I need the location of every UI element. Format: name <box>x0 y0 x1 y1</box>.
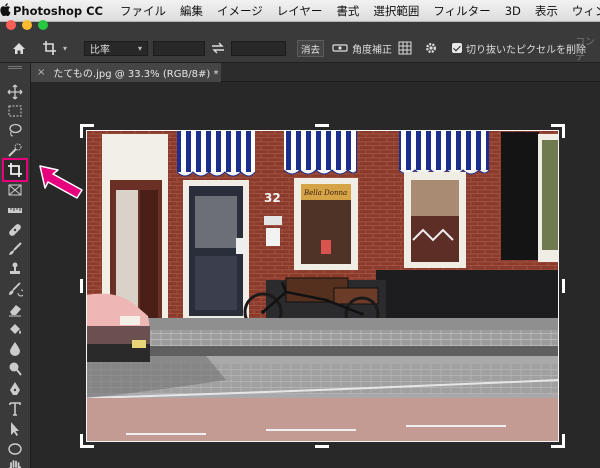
move-tool[interactable] <box>4 82 26 102</box>
menu-select[interactable]: 選択範囲 <box>366 3 426 19</box>
ruler-tool[interactable] <box>4 200 26 220</box>
chevron-down-icon: ▾ <box>63 43 68 53</box>
crop-handle-bottom-right-v[interactable] <box>562 434 565 448</box>
crop-frame[interactable] <box>86 130 559 442</box>
window-titlebar <box>0 20 600 33</box>
clear-button[interactable]: 消去 <box>297 40 324 57</box>
menu-window[interactable]: ウィンドウ <box>565 3 600 19</box>
content-aware-label: コンテ <box>575 37 595 63</box>
straighten-label: 角度補正 <box>352 44 392 56</box>
ratio-select-label: 比率 <box>90 45 110 56</box>
menu-bar: Photoshop CC ファイル 編集 イメージ レイヤー 書式 選択範囲 フ… <box>0 0 600 22</box>
crop-tool[interactable] <box>2 158 28 182</box>
pen-tool[interactable] <box>4 379 26 399</box>
frame-tool[interactable] <box>4 180 26 200</box>
marquee-icon <box>8 105 22 117</box>
swap-icon[interactable] <box>211 33 225 63</box>
menu-layer[interactable]: レイヤー <box>270 3 330 19</box>
app-menu[interactable]: Photoshop CC <box>11 4 113 18</box>
menu-view[interactable]: 表示 <box>528 3 565 19</box>
arrow-pointer-icon <box>11 422 19 436</box>
delete-cropped-checkbox[interactable]: 切り抜いたピクセルを削除 <box>452 33 586 63</box>
canvas-area[interactable]: 32 Bella Donna <box>31 82 600 468</box>
stamp-icon <box>10 262 20 274</box>
chevron-down-icon: ▾ <box>137 44 142 53</box>
ruler-icon <box>8 208 22 213</box>
move-icon <box>7 84 23 100</box>
dodge-icon <box>9 362 22 376</box>
straighten-button[interactable]: 角度補正 <box>332 33 392 63</box>
crop-handle-top-right-v[interactable] <box>562 124 565 138</box>
width-input[interactable] <box>153 41 205 56</box>
drop-icon <box>10 342 20 356</box>
menu-type[interactable]: 書式 <box>329 3 366 19</box>
apple-menu-icon[interactable] <box>0 2 11 19</box>
pen-icon <box>10 382 20 395</box>
brush-tool[interactable] <box>4 239 26 259</box>
home-icon[interactable] <box>12 33 26 63</box>
type-icon <box>9 402 21 416</box>
brush-icon <box>9 242 22 255</box>
crop-handle-bottom[interactable] <box>315 445 329 448</box>
clone-stamp-tool[interactable] <box>4 259 26 279</box>
overlay-grid-icon[interactable] <box>398 33 412 63</box>
ellipse-icon <box>8 443 22 455</box>
lasso-icon <box>9 123 22 137</box>
eraser-tool[interactable] <box>4 299 26 319</box>
crop-handle-right[interactable] <box>562 279 565 293</box>
panel-grip <box>8 66 22 69</box>
options-bar: ▾ 比率 ▾ 消去 角度補正 切り抜いたピクセルを削除 コンテ <box>0 33 600 63</box>
checkbox-checked-icon <box>452 43 462 53</box>
zoom-window-button[interactable] <box>38 20 48 30</box>
document-tab-strip: × たてもの.jpg @ 33.3% (RGB/8#) * <box>31 63 600 82</box>
dodge-tool[interactable] <box>4 359 26 379</box>
gear-icon[interactable] <box>424 33 438 63</box>
history-brush-tool[interactable] <box>4 279 26 299</box>
history-brush-icon <box>9 282 23 297</box>
close-icon[interactable]: × <box>37 67 45 78</box>
ratio-select[interactable]: 比率 ▾ <box>84 41 148 56</box>
marquee-tool[interactable] <box>4 101 26 121</box>
hand-tool[interactable] <box>4 457 26 468</box>
menu-image[interactable]: イメージ <box>210 3 270 19</box>
pointer-arrow-icon <box>39 165 83 199</box>
document-tab[interactable]: × たてもの.jpg @ 33.3% (RGB/8#) * <box>31 63 221 82</box>
paint-bucket-icon <box>10 324 21 334</box>
hand-icon <box>9 460 21 468</box>
crop-handle-top[interactable] <box>315 124 329 127</box>
paint-bucket-tool[interactable] <box>4 319 26 339</box>
type-tool[interactable] <box>4 399 26 419</box>
close-window-button[interactable] <box>6 20 16 30</box>
height-input[interactable] <box>231 41 286 56</box>
quick-selection-icon <box>8 143 22 157</box>
crop-handle-left[interactable] <box>80 279 83 293</box>
frame-icon <box>8 184 22 196</box>
menu-edit[interactable]: 編集 <box>173 3 210 19</box>
lasso-tool[interactable] <box>4 120 26 140</box>
crop-icon <box>8 163 22 177</box>
document-tab-title: たてもの.jpg @ 33.3% (RGB/8#) * <box>53 69 219 80</box>
minimize-window-button[interactable] <box>22 20 32 30</box>
crop-handle-bottom-left-v[interactable] <box>80 434 83 448</box>
tools-panel <box>0 63 31 468</box>
path-selection-tool[interactable] <box>4 419 26 439</box>
blur-tool[interactable] <box>4 339 26 359</box>
eraser-icon <box>9 305 21 317</box>
menu-3d[interactable]: 3D <box>498 4 528 18</box>
delete-cropped-label: 切り抜いたピクセルを削除 <box>466 44 586 56</box>
crop-preset-icon[interactable]: ▾ <box>43 33 67 63</box>
quick-selection-tool[interactable] <box>4 140 26 160</box>
photoshop-window: { "menubar": { "app_name": "Photoshop CC… <box>0 0 600 468</box>
healing-brush-tool[interactable] <box>4 220 26 240</box>
menu-file[interactable]: ファイル <box>113 3 173 19</box>
crop-handle-top-left-v[interactable] <box>80 124 83 138</box>
bandage-icon <box>9 224 21 236</box>
ellipse-tool[interactable] <box>4 439 26 459</box>
level-icon <box>332 44 348 52</box>
menu-filter[interactable]: フィルター <box>426 3 497 19</box>
